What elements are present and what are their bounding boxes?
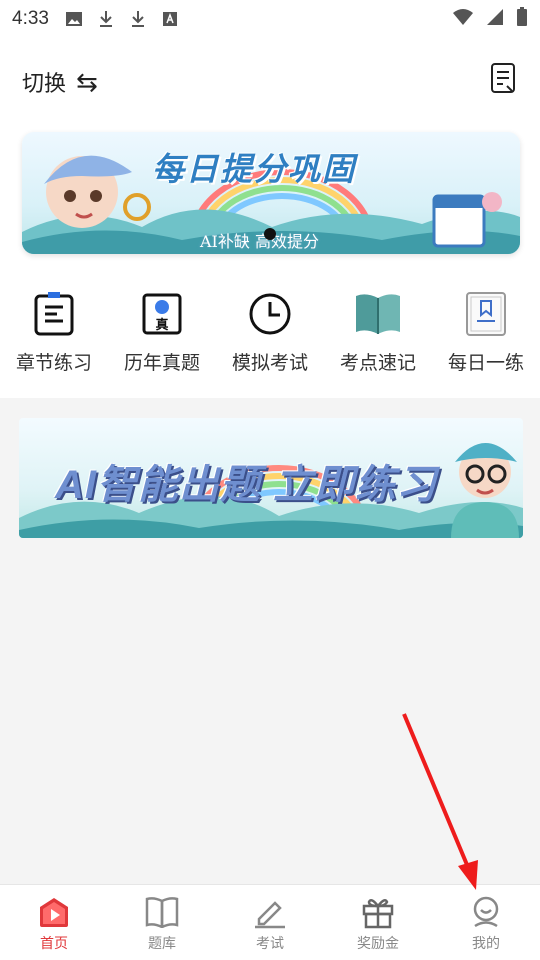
bookmark-icon bbox=[462, 290, 510, 338]
shortcut-chapter-practice[interactable]: 章节练习 bbox=[0, 290, 108, 390]
shortcut-label: 模拟考试 bbox=[231, 353, 308, 374]
shortcut-grid: 章节练习 真 历年真题 模拟考试 考点速记 每日一练 bbox=[0, 290, 540, 390]
profile-icon bbox=[469, 895, 503, 929]
book-icon bbox=[145, 895, 179, 929]
status-right bbox=[452, 6, 528, 32]
download-icon bbox=[97, 10, 115, 28]
shortcut-label: 每日一练 bbox=[447, 353, 524, 374]
switch-button[interactable]: 切换 ⇆ bbox=[22, 66, 98, 98]
battery-icon bbox=[516, 6, 528, 32]
chapter-list-icon bbox=[30, 290, 78, 338]
shortcut-past-exams[interactable]: 真 历年真题 bbox=[108, 290, 216, 390]
shortcut-label: 章节练习 bbox=[15, 353, 92, 374]
notes-icon[interactable] bbox=[490, 62, 518, 94]
font-app-icon bbox=[161, 10, 179, 28]
banner-title: 每日提分巩固 bbox=[152, 151, 357, 187]
tab-exam[interactable]: 考试 bbox=[216, 885, 324, 960]
tab-home[interactable]: 首页 bbox=[0, 885, 108, 960]
shortcut-mock-exam[interactable]: 模拟考试 bbox=[216, 290, 324, 390]
svg-text:真: 真 bbox=[155, 317, 168, 333]
banner-indicator-dot bbox=[264, 228, 276, 240]
bottom-tab-bar: 首页 题库 考试 奖励金 我的 bbox=[0, 884, 540, 960]
pencil-icon bbox=[253, 895, 287, 929]
shortcut-key-points[interactable]: 考点速记 bbox=[324, 290, 432, 390]
tab-label: 考试 bbox=[256, 935, 284, 951]
shortcut-label: 考点速记 bbox=[339, 353, 416, 374]
signal-icon bbox=[486, 8, 504, 31]
image-icon bbox=[65, 10, 83, 28]
status-time: 4:33 bbox=[12, 8, 49, 29]
clock-icon bbox=[246, 290, 294, 338]
gift-icon bbox=[361, 895, 395, 929]
banner-subtitle: AI补缺 高效提分 bbox=[200, 232, 319, 251]
tab-profile[interactable]: 我的 bbox=[432, 885, 540, 960]
past-exam-icon: 真 bbox=[138, 290, 186, 338]
shortcut-daily-practice[interactable]: 每日一练 bbox=[432, 290, 540, 390]
wifi-icon bbox=[452, 8, 474, 31]
switch-label: 切换 bbox=[22, 71, 67, 96]
home-play-icon bbox=[37, 895, 71, 929]
switch-arrows-icon: ⇆ bbox=[76, 67, 98, 97]
home-header: 切换 ⇆ 每日提分巩固 AI补缺 高效提分 章节练习 真 历年真题 模拟考试 考… bbox=[0, 38, 540, 398]
open-book-icon bbox=[354, 290, 402, 338]
tab-rewards[interactable]: 奖励金 bbox=[324, 885, 432, 960]
tab-label: 首页 bbox=[40, 935, 68, 951]
ai-banner-title: AI智能出题 立即练习 bbox=[55, 463, 438, 507]
tab-question-bank[interactable]: 题库 bbox=[108, 885, 216, 960]
status-bar: 4:33 bbox=[0, 0, 540, 38]
tab-label: 奖励金 bbox=[357, 935, 399, 951]
tab-label: 题库 bbox=[148, 935, 176, 951]
download-icon bbox=[129, 10, 147, 28]
ai-practice-banner[interactable]: AI智能出题 立即练习 bbox=[19, 418, 523, 538]
daily-boost-banner[interactable]: 每日提分巩固 AI补缺 高效提分 bbox=[22, 132, 520, 254]
shortcut-label: 历年真题 bbox=[123, 353, 200, 374]
tab-label: 我的 bbox=[472, 935, 500, 951]
